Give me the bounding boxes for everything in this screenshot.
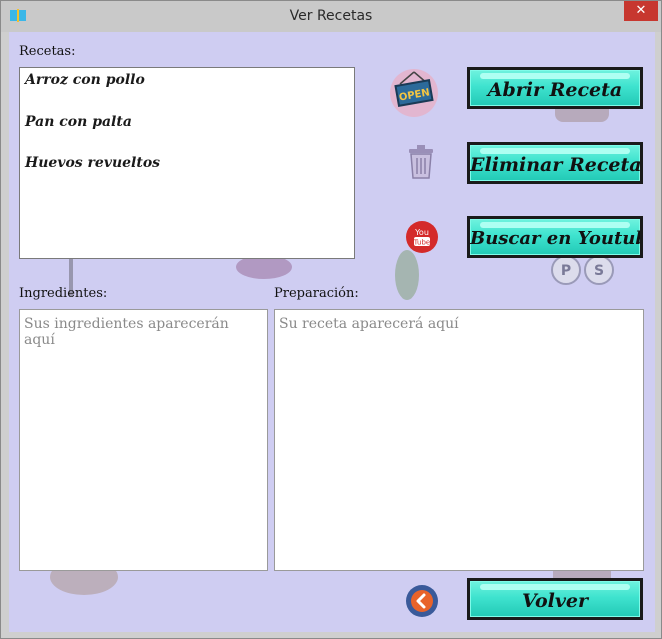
ingredientes-label: Ingredientes: xyxy=(19,286,108,301)
svg-text:Tube: Tube xyxy=(413,239,430,247)
recetas-list[interactable]: Arroz con pollo Pan con palta Huevos rev… xyxy=(19,67,355,259)
close-button[interactable]: ✕ xyxy=(624,1,658,21)
window-title: Ver Recetas xyxy=(289,8,373,24)
trash-icon xyxy=(409,145,433,179)
buscar-youtube-button[interactable]: Buscar en Youtube xyxy=(467,216,643,258)
buscar-youtube-label: Buscar en Youtube xyxy=(470,228,643,249)
preparacion-placeholder: Su receta aparecerá aquí xyxy=(279,316,459,332)
back-arrow-icon[interactable] xyxy=(405,584,439,618)
abrir-receta-button[interactable]: Abrir Receta xyxy=(467,67,643,109)
ingredientes-placeholder: Sus ingredientes aparecerán aquí xyxy=(24,316,229,348)
ingredientes-textarea[interactable]: Sus ingredientes aparecerán aquí xyxy=(19,309,268,571)
abrir-receta-label: Abrir Receta xyxy=(487,79,623,101)
eliminar-receta-label: Eliminar Receta xyxy=(470,154,642,176)
preparacion-label: Preparación: xyxy=(274,286,359,301)
ver-recetas-window: Ver Recetas ✕ Recetas: Arroz con pollo P… xyxy=(0,0,662,639)
youtube-icon: You Tube xyxy=(406,221,438,253)
youtube-icon-text: You xyxy=(414,228,429,237)
recetas-label: Recetas: xyxy=(19,44,76,59)
preparacion-textarea[interactable]: Su receta aparecerá aquí xyxy=(274,309,644,571)
title-bar[interactable]: Ver Recetas ✕ xyxy=(1,1,661,32)
list-item[interactable]: Pan con palta xyxy=(25,114,132,130)
client-area: Recetas: Arroz con pollo Pan con palta H… xyxy=(9,32,655,632)
eliminar-receta-button[interactable]: Eliminar Receta xyxy=(467,142,643,184)
list-item[interactable]: Arroz con pollo xyxy=(25,72,145,88)
volver-button[interactable]: Volver xyxy=(467,578,643,620)
salt-label: S xyxy=(594,263,604,279)
corn-decoration-icon xyxy=(395,250,419,300)
open-sign-icon: OPEN xyxy=(390,69,438,117)
pepper-label: P xyxy=(561,263,571,279)
salt-pepper-icon: P S xyxy=(551,255,614,285)
list-item[interactable]: Huevos revueltos xyxy=(25,155,160,171)
volver-label: Volver xyxy=(521,590,589,612)
